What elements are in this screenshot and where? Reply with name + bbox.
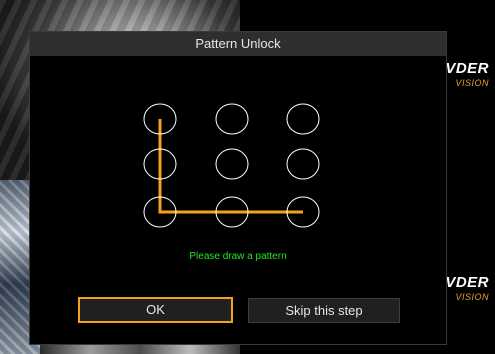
pattern-stroke-line — [158, 119, 303, 214]
brand-watermark-top: VDER VISION — [445, 60, 489, 90]
brand-subtext: VISION — [455, 292, 489, 302]
pattern-hint-text: Please draw a pattern — [189, 251, 287, 262]
pattern-dot-circle — [286, 148, 320, 180]
pattern-dot-5[interactable] — [215, 148, 249, 180]
ok-button[interactable]: OK — [78, 297, 233, 323]
brand-text: VDER — [445, 274, 489, 291]
pattern-dot-circle — [215, 103, 249, 135]
pattern-dot-circle — [286, 103, 320, 135]
skip-step-button[interactable]: Skip this step — [248, 298, 400, 323]
pattern-dot-2[interactable] — [215, 103, 249, 135]
pattern-dot-3[interactable] — [286, 103, 320, 135]
pattern-dot-6[interactable] — [286, 148, 320, 180]
pattern-dot-circle — [215, 148, 249, 180]
brand-text: VDER — [445, 60, 489, 77]
screen: VDER VISION VDER VISION Pattern Unlock P… — [0, 0, 495, 354]
brand-watermark-bottom: VDER VISION — [445, 274, 489, 304]
pattern-unlock-dialog: Pattern Unlock Please draw a pattern OK … — [29, 31, 447, 345]
brand-subtext: VISION — [455, 78, 489, 88]
